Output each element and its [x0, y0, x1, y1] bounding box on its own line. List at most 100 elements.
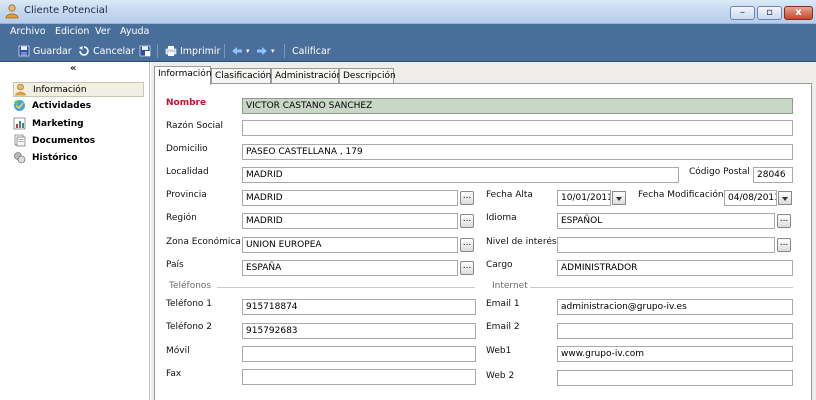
toolbar-separator [224, 44, 225, 58]
maximize-icon: ▫ [766, 7, 773, 18]
telefono1-field[interactable]: 915718874 [242, 299, 476, 315]
activities-icon [14, 100, 25, 111]
telefono2-label: Teléfono 2 [166, 322, 213, 332]
sidebar-item-documentos[interactable]: Documentos [13, 133, 144, 148]
window-title: Cliente Potencial [24, 5, 108, 16]
internet-section-title: Internet [492, 281, 528, 291]
telefono2-field[interactable]: 915792683 [242, 323, 476, 339]
region-lookup-button[interactable]: ... [460, 214, 474, 228]
minimize-button[interactable]: – [730, 6, 755, 20]
fecha-alta-label: Fecha Alta [486, 190, 533, 200]
email2-label: Email 2 [486, 322, 520, 332]
localidad-field[interactable]: MADRID [242, 167, 679, 183]
sidebar: « Información Actividades Marketing Docu… [0, 62, 150, 400]
save-close-button[interactable] [139, 44, 151, 58]
marketing-icon [13, 117, 26, 130]
zona-lookup-button[interactable]: ... [460, 238, 474, 252]
app-user-icon [5, 4, 19, 19]
region-field[interactable]: MADRID [242, 213, 458, 229]
floppy-disk-icon [18, 45, 30, 57]
sidebar-item-historico[interactable]: Histórico [13, 150, 144, 165]
printer-icon [165, 46, 177, 56]
provincia-lookup-button[interactable]: ... [460, 191, 474, 205]
rate-label: Calificar [292, 45, 331, 57]
idioma-lookup-button[interactable]: ... [777, 214, 791, 228]
arrow-left-icon [232, 47, 242, 55]
fecha-alta-dropdown[interactable] [612, 191, 626, 205]
minimize-icon: – [740, 7, 745, 18]
cargo-label: Cargo [486, 260, 513, 270]
codigo-postal-label: Código Postal [689, 167, 750, 177]
maximize-button[interactable]: ▫ [757, 6, 782, 20]
provincia-field[interactable]: MADRID [242, 190, 458, 206]
email2-field[interactable] [557, 323, 793, 339]
user-icon [15, 83, 26, 96]
nombre-field[interactable]: VICTOR CASTANO SANCHEZ [242, 98, 793, 114]
zona-field[interactable]: UNION EUROPEA [242, 237, 458, 253]
sidebar-item-informacion[interactable]: Información [13, 82, 144, 97]
print-label: Imprimir [180, 45, 221, 57]
nivel-label: Nivel de interés [486, 237, 557, 247]
cargo-field[interactable]: ADMINISTRADOR [557, 260, 793, 276]
fecha-mod-dropdown[interactable] [778, 191, 792, 205]
email1-label: Email 1 [486, 299, 520, 309]
next-button[interactable]: ▾ [256, 44, 275, 58]
pais-field[interactable]: ESPAÑA [242, 260, 458, 276]
tab-informacion[interactable]: Información [154, 66, 212, 85]
tab-clasificacion[interactable]: Clasificación [211, 68, 271, 84]
save-button[interactable]: Guardar [18, 44, 72, 58]
idioma-field[interactable]: ESPAÑOL [557, 213, 775, 229]
info-panel: Nombre VICTOR CASTANO SANCHEZ Razón Soci… [154, 83, 812, 400]
tab-descripcion[interactable]: Descripción [339, 68, 396, 84]
sidebar-item-label: Marketing [32, 118, 84, 129]
section-divider [530, 287, 793, 288]
web1-label: Web1 [486, 346, 512, 356]
tab-administracion[interactable]: Administración [271, 68, 342, 84]
save-label: Guardar [33, 45, 72, 57]
menu-bar: Archivo Edicion Ver Ayuda [0, 24, 816, 40]
sidebar-item-actividades[interactable]: Actividades [13, 98, 144, 113]
close-icon: x [795, 7, 802, 18]
rate-button[interactable]: Calificar [292, 44, 331, 58]
cancel-button[interactable]: Cancelar [78, 44, 135, 58]
menu-archivo[interactable]: Archivo [10, 26, 46, 37]
save-close-icon [139, 45, 151, 57]
close-button[interactable]: x [784, 6, 813, 20]
arrow-right-icon [257, 47, 267, 55]
nivel-lookup-button[interactable]: ... [777, 238, 791, 252]
fax-field[interactable] [242, 369, 476, 385]
menu-ver[interactable]: Ver [95, 26, 111, 37]
web2-label: Web 2 [486, 371, 515, 381]
sidebar-item-label: Histórico [32, 152, 78, 163]
fecha-alta-field[interactable]: 10/01/2011 [557, 190, 611, 206]
chevron-down-icon: ▾ [246, 47, 250, 55]
cancel-label: Cancelar [93, 45, 135, 57]
telefonos-section-title: Teléfonos [169, 281, 212, 291]
sidebar-item-marketing[interactable]: Marketing [13, 116, 144, 131]
domicilio-field[interactable]: PASEO CASTELLANA , 179 [242, 144, 793, 160]
sidebar-item-label: Documentos [32, 135, 96, 146]
movil-field[interactable] [242, 346, 476, 362]
email1-field[interactable]: administracion@grupo-iv.es [557, 299, 793, 315]
fecha-mod-field[interactable]: 04/08/2011 [724, 190, 777, 206]
nivel-field[interactable] [557, 237, 775, 253]
sidebar-item-label: Información [33, 84, 87, 95]
codigo-postal-field[interactable]: 28046 [753, 167, 793, 183]
zona-label: Zona Económica [166, 237, 241, 247]
nombre-label: Nombre [166, 98, 207, 108]
sidebar-item-label: Actividades [32, 100, 92, 111]
movil-label: Móvil [166, 346, 190, 356]
region-label: Región [166, 213, 197, 223]
razon-social-field[interactable] [242, 120, 793, 136]
razon-social-label: Razón Social [166, 121, 224, 131]
toolbar: Guardar Cancelar Imprimir ▾ ▾ Calificar [0, 40, 816, 62]
previous-button[interactable]: ▾ [231, 44, 250, 58]
toolbar-separator [157, 44, 158, 58]
web2-field[interactable] [557, 370, 793, 386]
collapse-button[interactable]: « [70, 63, 76, 74]
pais-lookup-button[interactable]: ... [460, 261, 474, 275]
web1-field[interactable]: www.grupo-iv.com [557, 346, 793, 362]
print-button[interactable]: Imprimir [165, 44, 220, 58]
menu-ayuda[interactable]: Ayuda [120, 26, 149, 37]
menu-edicion[interactable]: Edicion [55, 26, 89, 37]
